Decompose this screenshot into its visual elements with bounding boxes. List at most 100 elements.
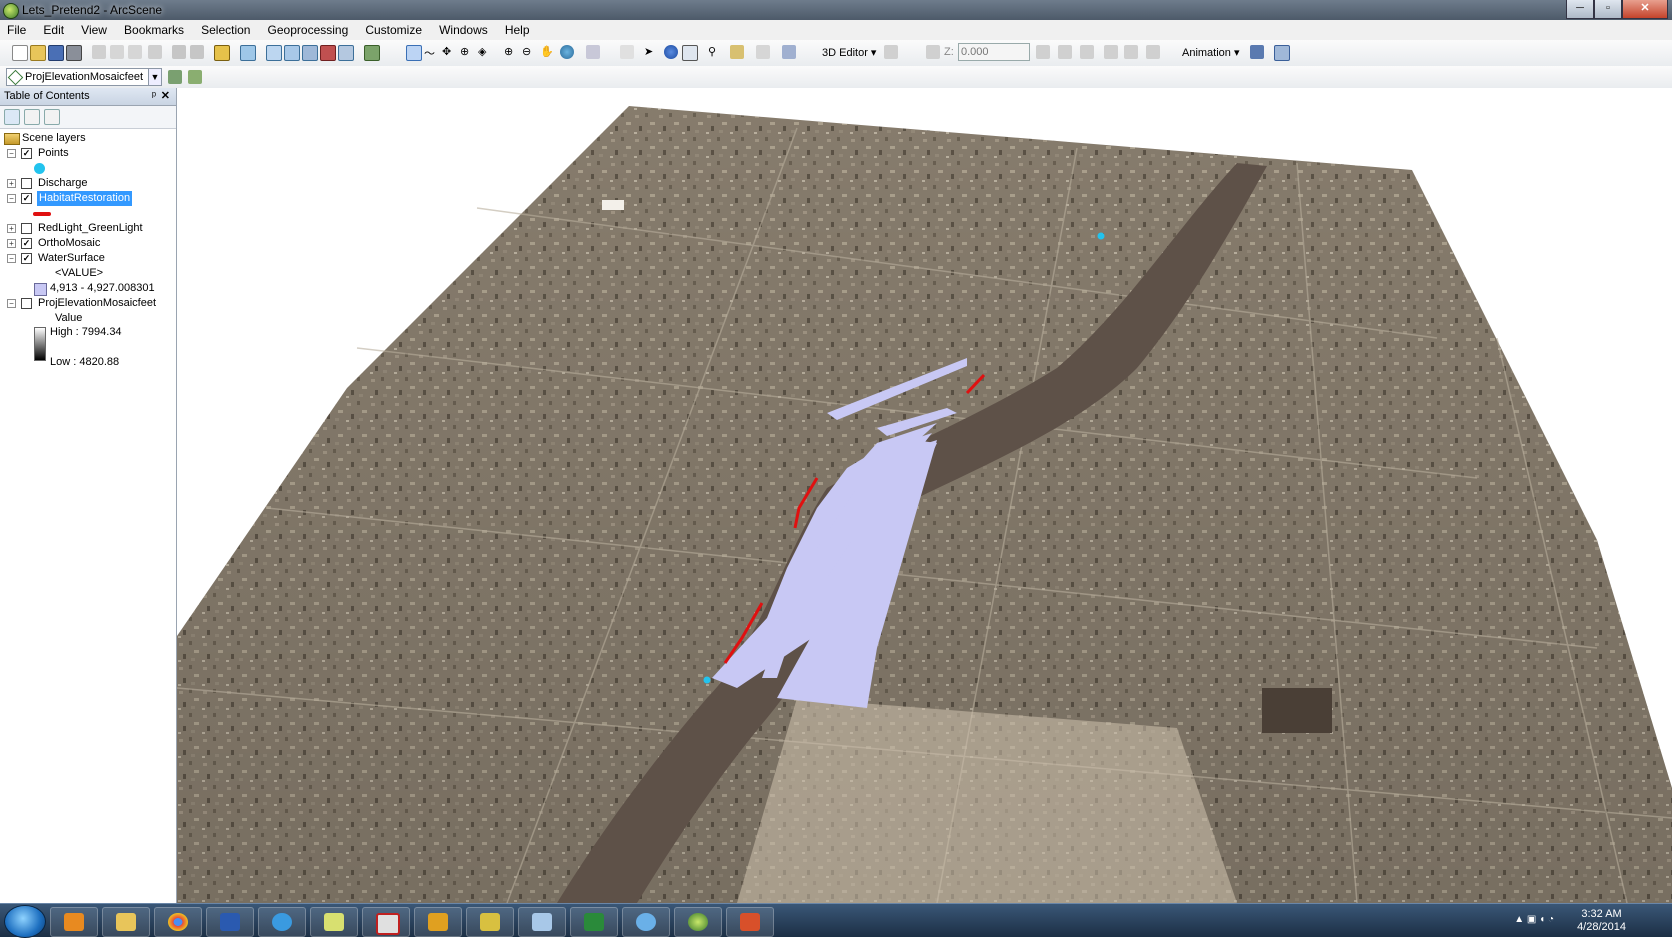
taskbar-calculator[interactable] [518, 907, 566, 937]
open-folder-icon[interactable] [30, 45, 46, 61]
zoom-out-icon[interactable]: ⊖ [522, 45, 536, 59]
reshape-icon[interactable] [1058, 45, 1072, 59]
sketch-tool-icon[interactable] [926, 45, 940, 59]
taskbar-chrome[interactable] [154, 907, 202, 937]
collapse-icon[interactable]: − [7, 149, 16, 158]
3d-editor-dropdown[interactable]: 3D Editor ▾ [822, 46, 876, 59]
model-builder-icon[interactable] [364, 45, 380, 61]
target-center-icon[interactable]: ✥ [442, 45, 456, 59]
menu-edit[interactable]: Edit [36, 20, 71, 40]
expand-icon[interactable]: + [7, 179, 16, 188]
minimize-button[interactable]: ─ [1566, 0, 1594, 19]
effects-icon[interactable] [188, 70, 202, 84]
menu-help[interactable]: Help [498, 20, 537, 40]
point-feature-marker[interactable] [1097, 232, 1105, 240]
menu-view[interactable]: View [74, 20, 114, 40]
water-fill-symbol-icon[interactable] [34, 283, 47, 296]
redlight-checkbox[interactable] [21, 223, 32, 234]
navigate-tool-icon[interactable] [406, 45, 422, 61]
python-window-icon[interactable] [338, 45, 354, 61]
collapse-icon[interactable]: − [7, 194, 16, 203]
collapse-icon[interactable]: − [7, 254, 16, 263]
fly-tool-icon[interactable]: 〜 [424, 45, 438, 60]
cut-icon[interactable] [92, 45, 106, 59]
animation-dropdown[interactable]: Animation ▾ [1182, 46, 1240, 59]
sketch-properties-icon[interactable] [1124, 45, 1138, 59]
list-by-drawing-order-icon[interactable] [4, 109, 20, 125]
toc-close-icon[interactable]: ✕ [161, 88, 170, 105]
points-checkbox[interactable]: ✓ [21, 148, 32, 159]
scene-properties-icon[interactable] [240, 45, 256, 61]
system-tray-icons[interactable]: ▲ ▣ ◖ ◔ [1514, 914, 1554, 925]
delete-icon[interactable] [148, 45, 162, 59]
attributes-icon[interactable] [1104, 45, 1118, 59]
z-value-input[interactable]: 0.000 [958, 43, 1030, 61]
point-feature-marker[interactable] [703, 676, 711, 684]
redo-icon[interactable] [190, 45, 204, 59]
set-observer-icon[interactable]: ◈ [478, 45, 492, 59]
new-document-icon[interactable] [12, 45, 28, 61]
find-binoculars-icon[interactable]: ⚲ [708, 45, 722, 59]
paste-icon[interactable] [128, 45, 142, 59]
print-icon[interactable] [66, 45, 82, 61]
cut-polygons-icon[interactable] [1080, 45, 1094, 59]
orthomosaic-checkbox[interactable]: ✓ [21, 238, 32, 249]
arctoolbox-icon[interactable] [320, 45, 336, 61]
capture-view-icon[interactable] [1250, 45, 1264, 59]
taskbar-explorer[interactable] [102, 907, 150, 937]
edit-tool-icon[interactable] [884, 45, 898, 59]
full-extent-globe-icon[interactable] [560, 45, 574, 59]
expand-icon[interactable]: + [7, 224, 16, 233]
taskbar-word[interactable] [206, 907, 254, 937]
catalog-window-icon[interactable] [284, 45, 300, 61]
swipe-icon[interactable] [168, 70, 182, 84]
habitat-line-symbol-icon[interactable] [33, 212, 51, 216]
animation-controls-icon[interactable] [1274, 45, 1290, 61]
menu-windows[interactable]: Windows [432, 20, 495, 40]
editor-options-icon[interactable] [1146, 45, 1160, 59]
taskbar-arccatalog[interactable] [466, 907, 514, 937]
taskbar-arcscene[interactable] [674, 907, 722, 937]
copy-icon[interactable] [110, 45, 124, 59]
3d-effects-icon[interactable] [782, 45, 796, 59]
taskbar-excel[interactable] [570, 907, 618, 937]
scene-canvas[interactable] [177, 88, 1672, 903]
html-popup-icon[interactable] [682, 45, 698, 61]
pin-icon[interactable]: ᵖ [152, 88, 156, 105]
taskbar-outlook[interactable] [414, 907, 462, 937]
save-icon[interactable] [48, 45, 64, 61]
menu-selection[interactable]: Selection [194, 20, 257, 40]
select-elements-arrow-icon[interactable]: ➤ [644, 45, 658, 59]
start-button[interactable] [4, 905, 46, 938]
menu-customize[interactable]: Customize [358, 20, 429, 40]
measure-icon[interactable] [730, 45, 744, 59]
zoom-to-target-icon[interactable]: ⊕ [460, 45, 474, 59]
taskbar-clock[interactable]: 3:32 AM 4/28/2014 [1577, 908, 1626, 934]
menu-file[interactable]: File [0, 20, 33, 40]
zoom-in-icon[interactable]: ⊕ [504, 45, 518, 59]
add-data-icon[interactable] [214, 45, 230, 61]
collapse-icon[interactable]: − [7, 299, 16, 308]
list-by-source-icon[interactable] [24, 109, 40, 125]
taskbar-acrobat[interactable] [362, 907, 410, 937]
menu-bookmarks[interactable]: Bookmarks [117, 20, 191, 40]
chevron-down-icon[interactable]: ▼ [148, 69, 161, 85]
layer-selector-dropdown[interactable]: ProjElevationMosaicfeet ▼ [6, 68, 162, 86]
habitat-checkbox[interactable]: ✓ [21, 193, 32, 204]
menu-geoprocessing[interactable]: Geoprocessing [261, 20, 356, 40]
search-window-icon[interactable] [302, 45, 318, 61]
taskbar-internet-explorer[interactable] [258, 907, 306, 937]
undo-icon[interactable] [172, 45, 186, 59]
scene-view[interactable] [177, 88, 1672, 903]
taskbar-sticky-notes[interactable] [310, 907, 358, 937]
clear-selection-icon[interactable] [620, 45, 634, 59]
edit-vertices-icon[interactable] [1036, 45, 1050, 59]
close-button[interactable]: ✕ [1622, 0, 1668, 19]
watersurface-checkbox[interactable]: ✓ [21, 253, 32, 264]
taskbar-media-player[interactable] [50, 907, 98, 937]
pan-hand-icon[interactable]: ✋ [540, 45, 554, 59]
maximize-button[interactable]: ▫ [1594, 0, 1622, 19]
discharge-checkbox[interactable] [21, 178, 32, 189]
list-by-visibility-icon[interactable] [44, 109, 60, 125]
layout-icon[interactable] [756, 45, 770, 59]
